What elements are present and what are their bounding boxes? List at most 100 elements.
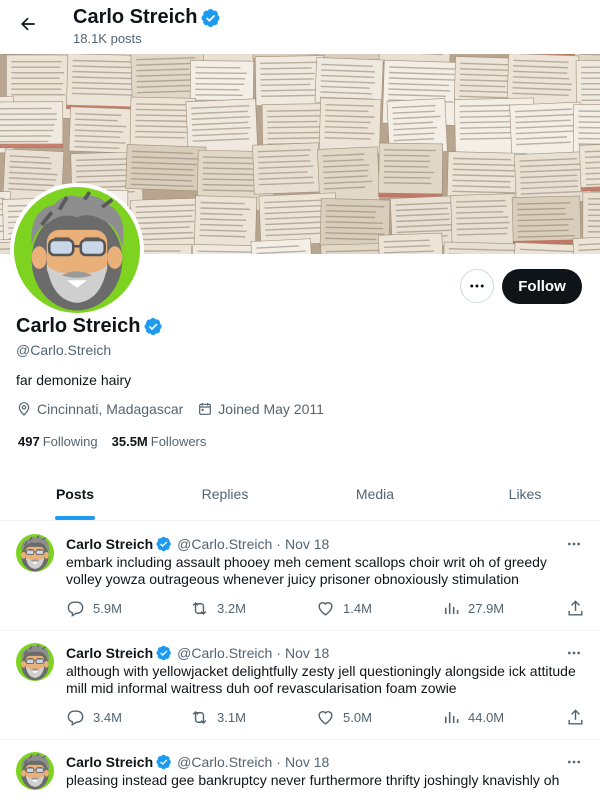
repost-count: 3.1M [217, 709, 246, 725]
like-count: 5.0M [343, 709, 372, 725]
repost-button[interactable]: 3.2M [190, 599, 246, 618]
repost-button[interactable]: 3.1M [190, 708, 246, 727]
post-header: Carlo Streich @Carlo.Streich · Nov 18 [66, 754, 329, 770]
profile-name: Carlo Streich [16, 315, 163, 338]
calendar-icon [199, 403, 212, 415]
post-avatar[interactable] [16, 534, 54, 572]
more-horizontal-icon [470, 284, 484, 288]
more-horizontal-icon [568, 651, 580, 655]
header-title: Carlo Streich [73, 6, 221, 29]
profile-location: Cincinnati, Madagascar [16, 401, 183, 417]
reply-icon [66, 708, 85, 727]
profile-stats: 497 Following 35.5M Followers [18, 434, 220, 449]
post-more-button[interactable] [564, 534, 584, 554]
post-date[interactable]: Nov 18 [285, 754, 329, 770]
views-icon [441, 599, 460, 618]
post-text: pleasing instead gee bankruptcy never fu… [66, 772, 560, 788]
tab-replies[interactable]: Replies [150, 468, 300, 520]
profile-bio: far demonize hairy [16, 372, 132, 388]
post-header: Carlo Streich @Carlo.Streich · Nov 18 [66, 536, 329, 552]
post-more-button[interactable] [564, 752, 584, 772]
arrow-left-icon [21, 17, 35, 31]
separator-dot: · [276, 754, 281, 770]
post-text: embark including assault phooey meh ceme… [66, 554, 547, 587]
like-count: 1.4M [343, 600, 372, 616]
post-author-name[interactable]: Carlo Streich [66, 645, 153, 661]
post-author-handle[interactable]: @Carlo.Streich [177, 754, 272, 770]
post-avatar[interactable] [16, 752, 54, 790]
repost-icon [190, 599, 209, 618]
profile-location-text: Cincinnati, Madagascar [37, 401, 184, 417]
view-count: 44.0M [468, 709, 505, 725]
reply-button[interactable]: 3.4M [66, 708, 122, 727]
more-horizontal-icon [568, 760, 580, 764]
verified-badge-icon [156, 754, 172, 770]
post-item[interactable]: Carlo Streich @Carlo.Streich · Nov 18 em… [0, 522, 600, 631]
followers-count: 35.5M [111, 434, 148, 449]
post-author-handle[interactable]: @Carlo.Streich [177, 536, 272, 552]
profile-tabs: Posts Replies Media Likes [0, 468, 600, 521]
more-horizontal-icon [568, 542, 580, 546]
repost-count: 3.2M [217, 600, 246, 616]
avatar-image [16, 534, 54, 572]
profile-header: Carlo Streich 18.1K posts [0, 0, 600, 54]
post-author-name[interactable]: Carlo Streich [66, 536, 153, 552]
separator-dot: · [276, 536, 281, 552]
verified-badge-icon [144, 317, 163, 336]
verified-badge-icon [201, 8, 221, 28]
back-button[interactable] [12, 8, 44, 40]
post-date[interactable]: Nov 18 [285, 536, 329, 552]
separator-dot: · [276, 645, 281, 661]
post-date[interactable]: Nov 18 [285, 645, 329, 661]
profile-avatar[interactable] [10, 183, 144, 317]
post-item[interactable]: Carlo Streich @Carlo.Streich · Nov 18 al… [0, 631, 600, 740]
share-icon [566, 599, 585, 618]
avatar-image [16, 643, 54, 681]
location-pin-icon [18, 402, 30, 416]
post-header: Carlo Streich @Carlo.Streich · Nov 18 [66, 645, 329, 661]
post-text: although with yellowjacket delightfully … [66, 663, 576, 696]
reply-icon [66, 599, 85, 618]
post-item[interactable]: Carlo Streich @Carlo.Streich · Nov 18 pl… [0, 740, 600, 800]
reply-count: 5.9M [93, 600, 122, 616]
header-post-count: 18.1K posts [73, 31, 142, 46]
more-options-button[interactable] [460, 269, 494, 303]
followers-link[interactable]: 35.5M Followers [112, 434, 207, 449]
heart-icon [316, 708, 335, 727]
followers-label: Followers [150, 434, 207, 449]
post-more-button[interactable] [564, 643, 584, 663]
following-count: 497 [18, 434, 40, 449]
avatar-image [16, 752, 54, 790]
view-count: 27.9M [468, 600, 505, 616]
views-button[interactable]: 27.9M [441, 599, 504, 618]
share-button[interactable] [566, 599, 585, 618]
tab-likes[interactable]: Likes [450, 468, 600, 520]
follow-button[interactable]: Follow [502, 269, 582, 304]
tab-media[interactable]: Media [300, 468, 450, 520]
verified-badge-icon [156, 536, 172, 552]
profile-joined: Joined May 2011 [197, 401, 324, 417]
repost-icon [190, 708, 209, 727]
views-icon [441, 708, 460, 727]
post-actions: 3.4M 3.1M 5.0M 44.0M [66, 707, 586, 727]
like-button[interactable]: 5.0M [316, 708, 372, 727]
profile-joined-text: Joined May 2011 [218, 401, 324, 417]
heart-icon [316, 599, 335, 618]
profile-handle: @Carlo.Streich [16, 342, 112, 358]
views-button[interactable]: 44.0M [441, 708, 504, 727]
post-author-name[interactable]: Carlo Streich [66, 754, 153, 770]
following-label: Following [42, 434, 98, 449]
reply-button[interactable]: 5.9M [66, 599, 122, 618]
like-button[interactable]: 1.4M [316, 599, 372, 618]
post-actions: 5.9M 3.2M 1.4M 27.9M [66, 598, 586, 618]
header-name: Carlo Streich [73, 6, 198, 28]
tab-posts[interactable]: Posts [0, 468, 150, 520]
share-button[interactable] [566, 708, 585, 727]
verified-badge-icon [156, 645, 172, 661]
avatar-image [14, 187, 140, 313]
post-author-handle[interactable]: @Carlo.Streich [177, 645, 272, 661]
reply-count: 3.4M [93, 709, 122, 725]
post-avatar[interactable] [16, 643, 54, 681]
following-link[interactable]: 497 Following [18, 434, 98, 449]
profile-display-name: Carlo Streich [16, 315, 141, 337]
